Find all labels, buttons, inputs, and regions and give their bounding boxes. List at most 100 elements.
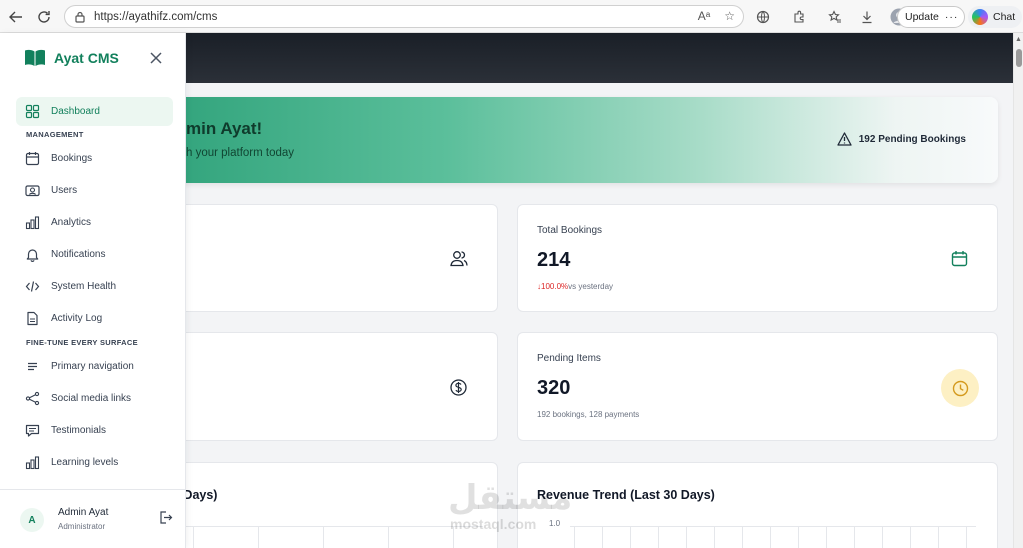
update-button[interactable]: Update ··· <box>897 6 966 28</box>
browser-toolbar: https://ayathifz.com/cms Aᵃ ☆ Update ···… <box>0 0 1023 33</box>
revenue-trend-vline <box>714 526 715 548</box>
users-icon <box>450 251 468 267</box>
watermark-latin: mostaql.com <box>450 516 537 532</box>
code-icon <box>25 280 40 292</box>
welcome-greeting: min Ayat! <box>186 119 263 138</box>
revenue-trend-vline <box>910 526 911 548</box>
sidebar-item-label: Notifications <box>51 248 106 260</box>
pending-bookings-badge[interactable]: 192 Pending Bookings <box>837 132 966 146</box>
total-bookings-change-value: 100.0% <box>541 282 569 291</box>
sidebar-item-system-health[interactable]: System Health <box>16 270 173 302</box>
brand[interactable]: Ayat CMS <box>24 49 119 67</box>
avatar[interactable]: A <box>20 508 44 532</box>
update-label: Update <box>905 11 939 23</box>
left-chart-vline-3 <box>323 526 324 548</box>
clock-icon <box>952 380 968 396</box>
sidebar-item-label: Analytics <box>51 216 92 228</box>
refresh-icon[interactable] <box>30 3 58 31</box>
users-stat-card <box>150 204 498 312</box>
chat-label: Chat <box>993 11 1016 23</box>
revenue-trend-y-tick: 1.0 <box>549 519 561 528</box>
sidebar-item-analytics[interactable]: Analytics <box>16 206 173 238</box>
levels-icon <box>25 455 40 469</box>
welcome-subtitle: h your platform today <box>186 147 295 159</box>
revenue-trend-vline <box>742 526 743 548</box>
bell-icon <box>26 248 39 262</box>
downloads-icon[interactable] <box>856 6 878 28</box>
grid-icon <box>25 104 40 119</box>
sidebar-item-label: System Health <box>51 280 117 292</box>
user-role: Administrator <box>58 522 106 531</box>
lock-icon <box>75 11 85 23</box>
revenue-trend-vline <box>826 526 827 548</box>
scroll-thumb[interactable] <box>1016 49 1022 67</box>
left-chart-vline-1 <box>193 526 194 548</box>
sidebar-item-label: Testimonials <box>51 424 107 436</box>
back-icon[interactable] <box>2 3 30 31</box>
sidebar-item-testimonials[interactable]: Testimonials <box>16 414 173 446</box>
revenue-trend-vline <box>602 526 603 548</box>
revenue-trend-vline <box>686 526 687 548</box>
user-profile: A Admin Ayat Administrator <box>0 489 186 548</box>
pending-items-card: Pending Items 320 192 bookings, 128 paym… <box>517 332 998 441</box>
revenue-stat-card <box>150 332 498 441</box>
dollar-icon <box>450 379 467 396</box>
address-bar[interactable]: https://ayathifz.com/cms Aᵃ ☆ <box>64 5 744 28</box>
left-chart-gridline <box>173 526 483 527</box>
welcome-banner: min Ayat! h your platform today 192 Pend… <box>150 97 998 183</box>
total-bookings-change-suffix: vs yesterday <box>568 282 614 291</box>
favorite-star-icon[interactable]: ☆ <box>724 9 735 23</box>
left-chart-vline-2 <box>258 526 259 548</box>
sidebar-item-label: Learning levels <box>51 456 119 468</box>
id-card-icon <box>25 184 40 196</box>
revenue-trend-vline <box>966 526 967 548</box>
more-dots-icon: ··· <box>944 11 959 23</box>
bar-chart-icon <box>25 215 40 229</box>
total-bookings-card: Total Bookings 214 ↓100.0%vs yesterday <box>517 204 998 312</box>
sidebar-item-primary-navigation[interactable]: Primary navigation <box>16 350 173 382</box>
share-icon <box>25 391 40 405</box>
clock-badge <box>941 369 979 407</box>
scroll-up-icon[interactable]: ▲ <box>1015 36 1022 43</box>
close-sidebar-icon[interactable] <box>148 50 164 66</box>
revenue-trend-vline <box>938 526 939 548</box>
revenue-trend-vline <box>798 526 799 548</box>
message-icon <box>25 424 40 437</box>
sidebar-item-label: Primary navigation <box>51 360 134 372</box>
section-heading-management: MANAGEMENT <box>26 129 84 139</box>
warning-icon <box>837 132 852 146</box>
page-scrollbar[interactable]: ▲ <box>1013 33 1023 548</box>
left-chart-vline-4 <box>388 526 389 548</box>
pending-items-value: 320 <box>537 377 571 399</box>
revenue-trend-vline <box>882 526 883 548</box>
document-icon <box>27 311 38 325</box>
revenue-trend-vline <box>854 526 855 548</box>
revenue-trend-vline <box>574 526 575 548</box>
sidebar-item-dashboard[interactable]: Dashboard <box>16 97 173 126</box>
sidebar-nav: Dashboard MANAGEMENT Bookings Users Anal… <box>16 97 173 478</box>
sidebar-item-users[interactable]: Users <box>16 174 173 206</box>
pending-bookings-text: 192 Pending Bookings <box>858 133 966 145</box>
sidebar-item-bookings[interactable]: Bookings <box>16 142 173 174</box>
sidebar-item-label: Users <box>51 184 78 196</box>
sidebar-item-notifications[interactable]: Notifications <box>16 238 173 270</box>
sidebar-item-label: Dashboard <box>51 106 100 117</box>
brand-name: Ayat CMS <box>54 50 119 66</box>
total-bookings-change: ↓100.0%vs yesterday <box>537 282 613 291</box>
sidebar-item-learning-levels[interactable]: Learning levels <box>16 446 173 478</box>
menu-icon <box>28 362 37 370</box>
watermark-arabic: مستقل <box>448 479 573 517</box>
calendar-icon <box>951 251 968 267</box>
read-aloud-icon[interactable]: Aᵃ <box>698 9 710 23</box>
browser-essentials-icon[interactable] <box>752 6 774 28</box>
extensions-icon[interactable] <box>788 6 810 28</box>
sidebar-item-social-media-links[interactable]: Social media links <box>16 382 173 414</box>
book-logo-icon <box>25 49 45 66</box>
revenue-trend-card: Revenue Trend (Last 30 Days) 1.0 <box>517 462 998 548</box>
revenue-trend-vline <box>630 526 631 548</box>
copilot-chat-button[interactable]: Chat <box>968 6 1023 28</box>
sidebar-item-activity-log[interactable]: Activity Log <box>16 302 173 334</box>
revenue-trend-vline <box>658 526 659 548</box>
logout-icon[interactable] <box>158 510 173 525</box>
favorites-icon[interactable] <box>824 6 846 28</box>
